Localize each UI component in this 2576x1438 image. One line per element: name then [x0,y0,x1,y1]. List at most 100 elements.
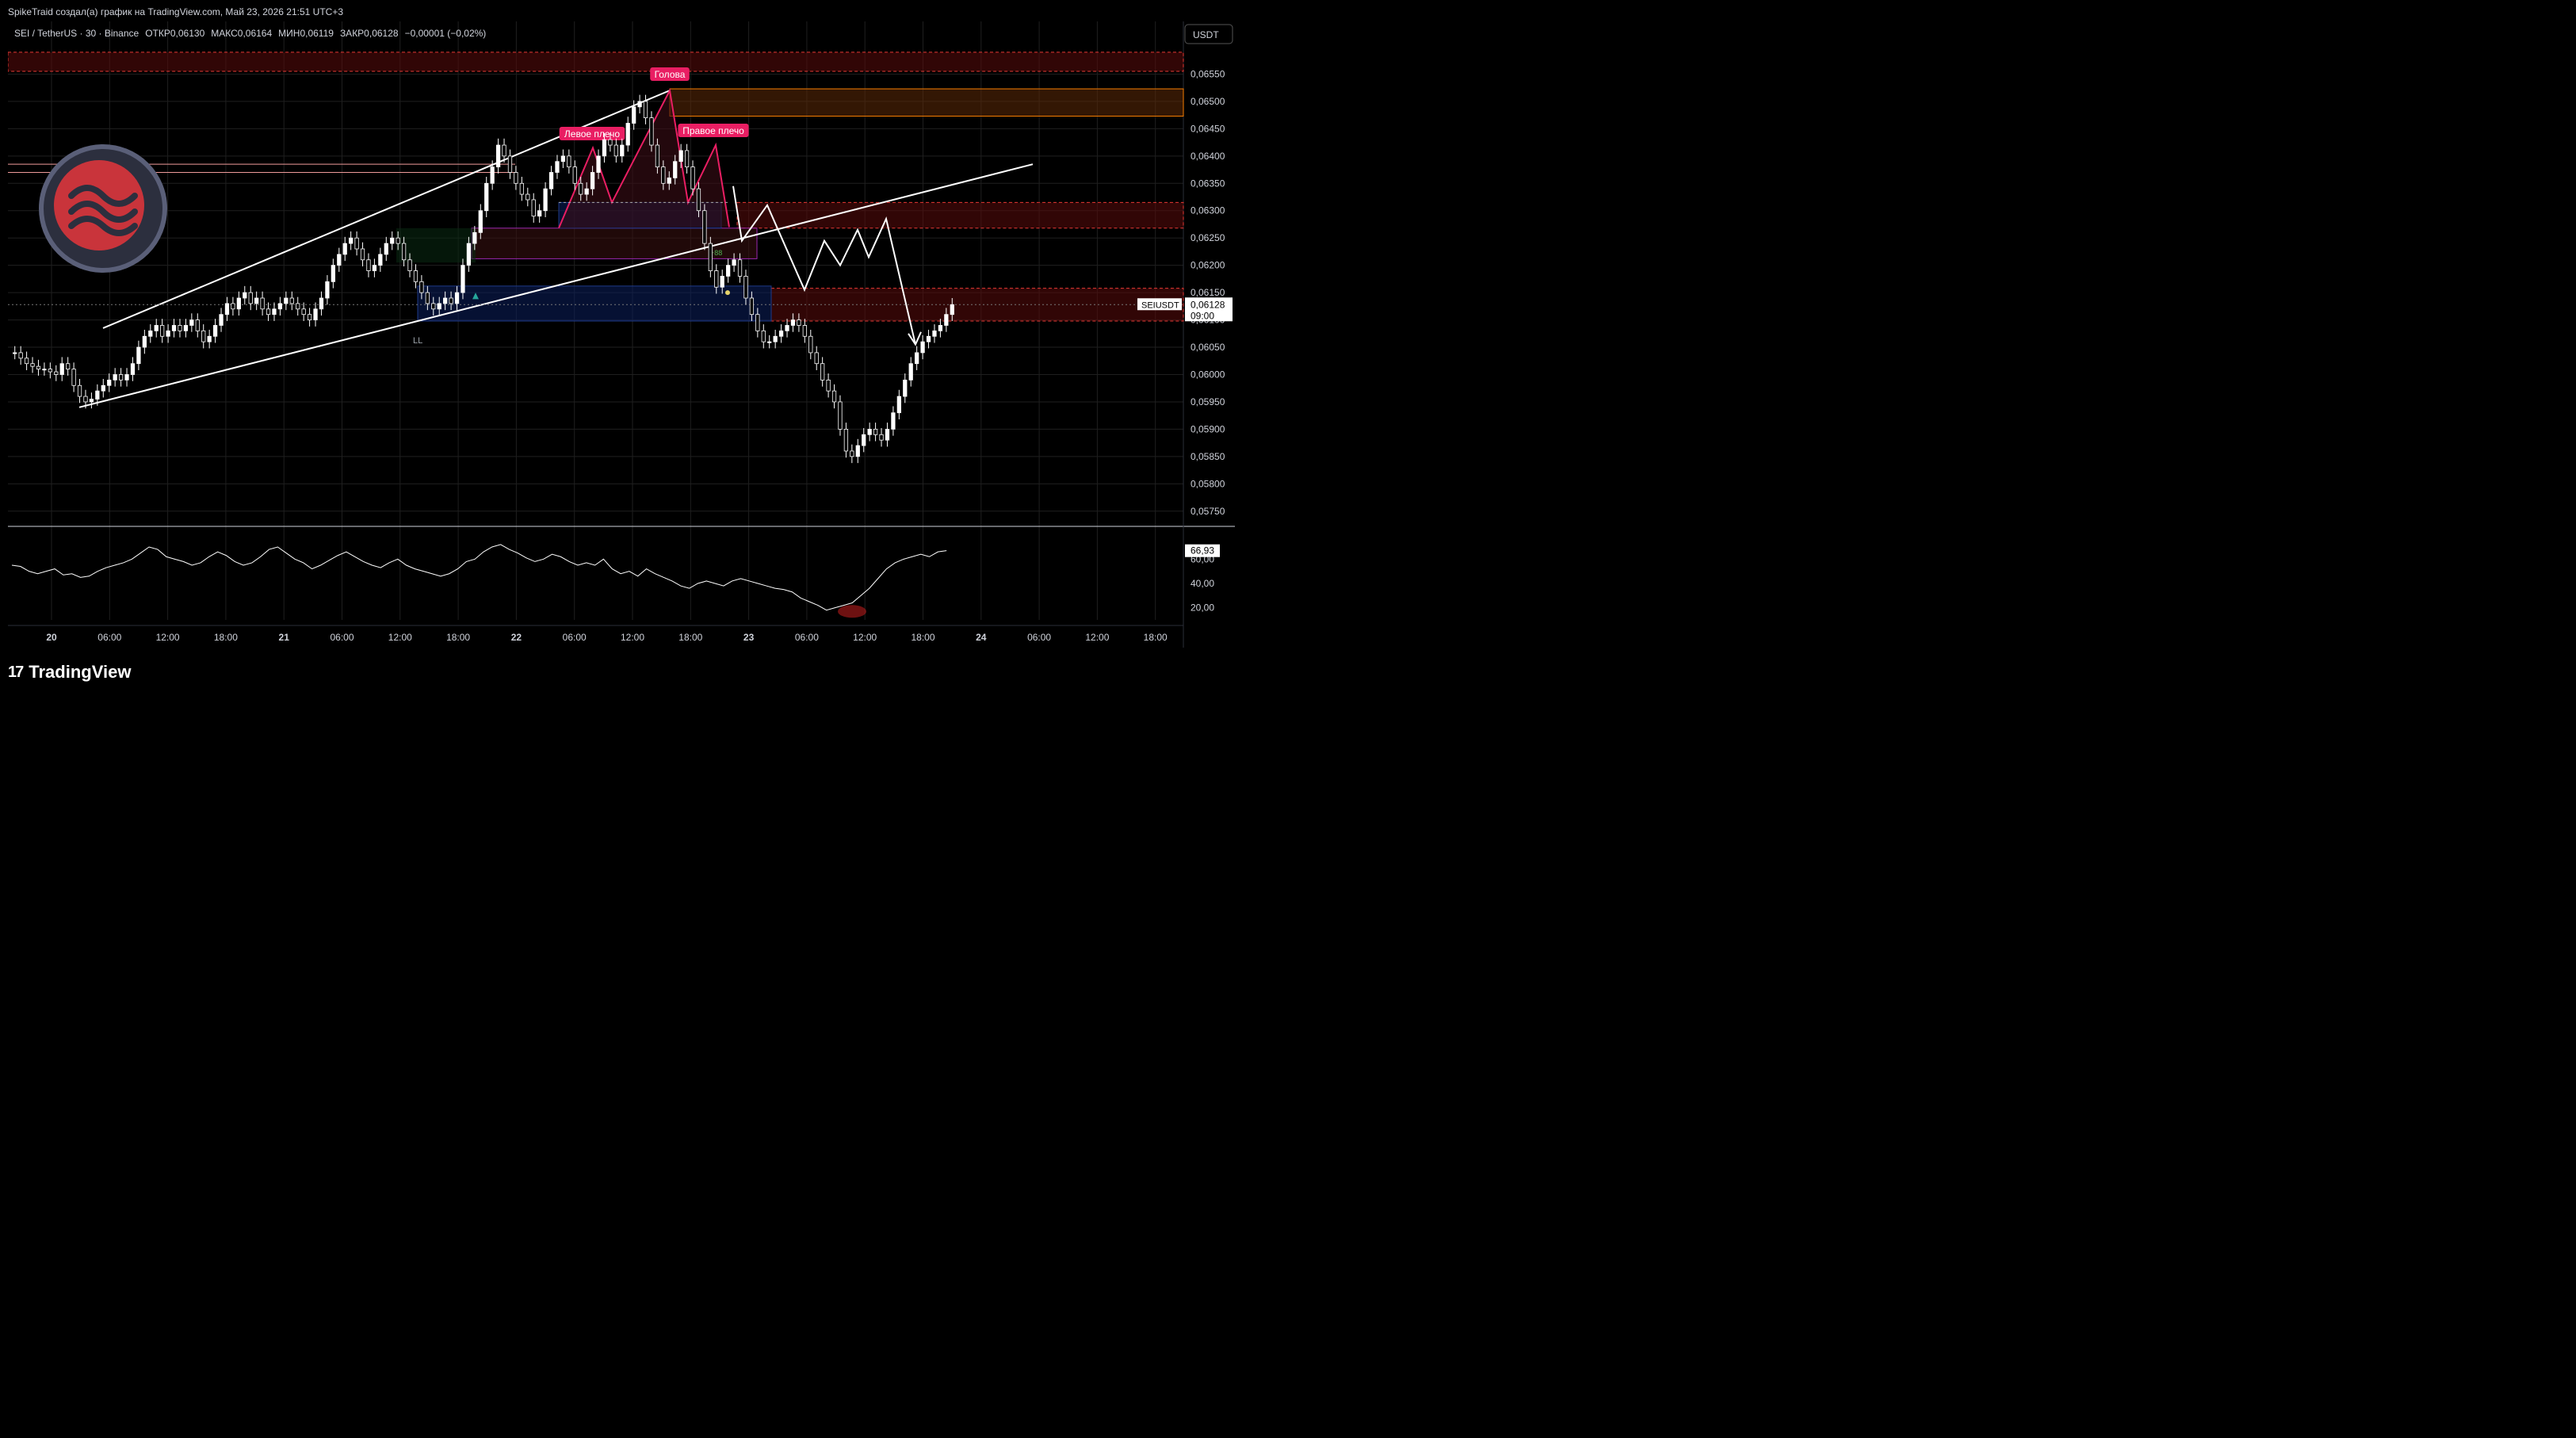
candle-body [372,265,377,271]
candle-body [908,363,913,381]
candle-body [54,371,59,375]
candle-body [519,182,524,195]
legend: SEI / TetherUS · 30 · Binance ОТКР0,06130… [14,28,486,39]
price-chart-svg[interactable]: ГоловаЛевое плечо Правое плечоLL+88 0,065… [8,21,1235,648]
candle-body [183,325,189,331]
candle-body [920,341,925,354]
candle-body [855,445,860,457]
candle-body [537,210,542,217]
candle-body [118,374,124,381]
time-tick-label: 06:00 [97,632,121,643]
candle-body [189,319,194,326]
candle-body [932,330,937,337]
label-left-shoulder-text: Левое плечо [564,128,620,140]
candle-body [885,429,890,441]
candle-body [366,259,371,271]
price-tick-label: 0,05900 [1191,423,1225,434]
candle-body [325,281,330,299]
candle-body [289,297,294,304]
candle-body [785,325,789,331]
resistance-zone-top [8,52,1184,72]
candle-body [272,308,277,316]
candle-body [212,325,218,337]
time-tick-label: 12:00 [621,632,644,643]
candle-body [673,161,678,178]
candle-body [555,161,560,173]
candle-body [83,396,88,403]
green-zone [396,228,476,263]
candle-body [584,188,589,195]
candle-body [18,352,23,359]
candle-body [419,281,424,293]
candle-body [702,210,707,244]
price-tick-label: 0,06550 [1191,68,1225,79]
candle-body [684,150,690,168]
candle-body [632,106,636,124]
candle-body [814,352,819,365]
candle-body [655,144,660,168]
legend-change: −0,00001 (−0,02%) [405,28,487,39]
candle-body [749,297,755,316]
time-axis: 20 06:00 12:00 18:00 21 06:00 12:00 18:00 22 06:0… [46,632,1168,643]
resistance-zone-mid [736,201,1184,229]
candle-body [284,297,289,304]
price-tick-label: 0,05750 [1191,506,1225,517]
candle-body [136,346,141,365]
candle-body [130,363,136,375]
price-tick-label: 0,05850 [1191,451,1225,462]
symbol-badge-label: SEIUSDT [1141,300,1179,310]
sei-logo-icon [39,144,167,273]
candle-body [401,243,407,261]
candle-body [637,101,642,108]
price-tick-label: 0,06300 [1191,205,1225,216]
candle-body [231,303,235,310]
candle-body [514,172,518,184]
time-tick-label: 06:00 [1027,632,1051,643]
candle-body [461,265,465,293]
candle-body [24,358,29,365]
chart-area[interactable]: Голова Левое плечо Правое плечо LL +88 0,065… [8,21,1235,648]
candle-body [620,144,625,157]
candle-body [107,379,112,386]
price-tick-label: 0,05950 [1191,396,1225,407]
candle-body [219,314,224,326]
candle-body [797,319,801,326]
price-candles [13,94,954,464]
time-tick-label: 18:00 [214,632,238,643]
time-tick-label: 12:00 [1085,632,1109,643]
rsi-tick-label: 20,00 [1191,602,1214,614]
wedge-lower-line [78,163,1034,408]
candle-body [915,352,919,365]
candle-body [596,155,601,173]
candle-body [236,297,241,310]
time-tick-label: 18:00 [678,632,702,643]
candle-body [243,292,247,299]
candle-body [77,384,82,397]
candle-body [89,399,94,403]
candle-body [36,365,41,369]
price-tick-label: 0,06450 [1191,123,1225,134]
legend-high: МАКС0,06164 [211,28,272,39]
candle-body [160,325,165,337]
candle-body [843,429,849,452]
rsi-value-text: 66,93 [1191,545,1214,556]
label-right-shoulder-text: Правое плечо [682,125,744,136]
candle-body [667,177,671,184]
candle-body [101,384,105,392]
candle-body [661,166,666,184]
candle-body [743,276,748,299]
currency-button[interactable]: USDT [1184,24,1233,44]
candle-body [407,259,412,271]
candle-body [737,259,743,277]
candle-body [850,450,854,457]
price-tick-label: 0,06050 [1191,342,1225,353]
rsi-panel [11,544,947,618]
candle-body [572,166,577,184]
candle-body [560,155,566,163]
rsi-oversold-highlight [838,605,866,618]
time-tick-label: 12:00 [156,632,180,643]
legend-symbol: SEI / TetherUS · 30 · Binance [14,28,140,39]
demand-zone-lower [417,285,772,322]
candle-body [48,369,52,373]
candle-body [726,265,731,277]
